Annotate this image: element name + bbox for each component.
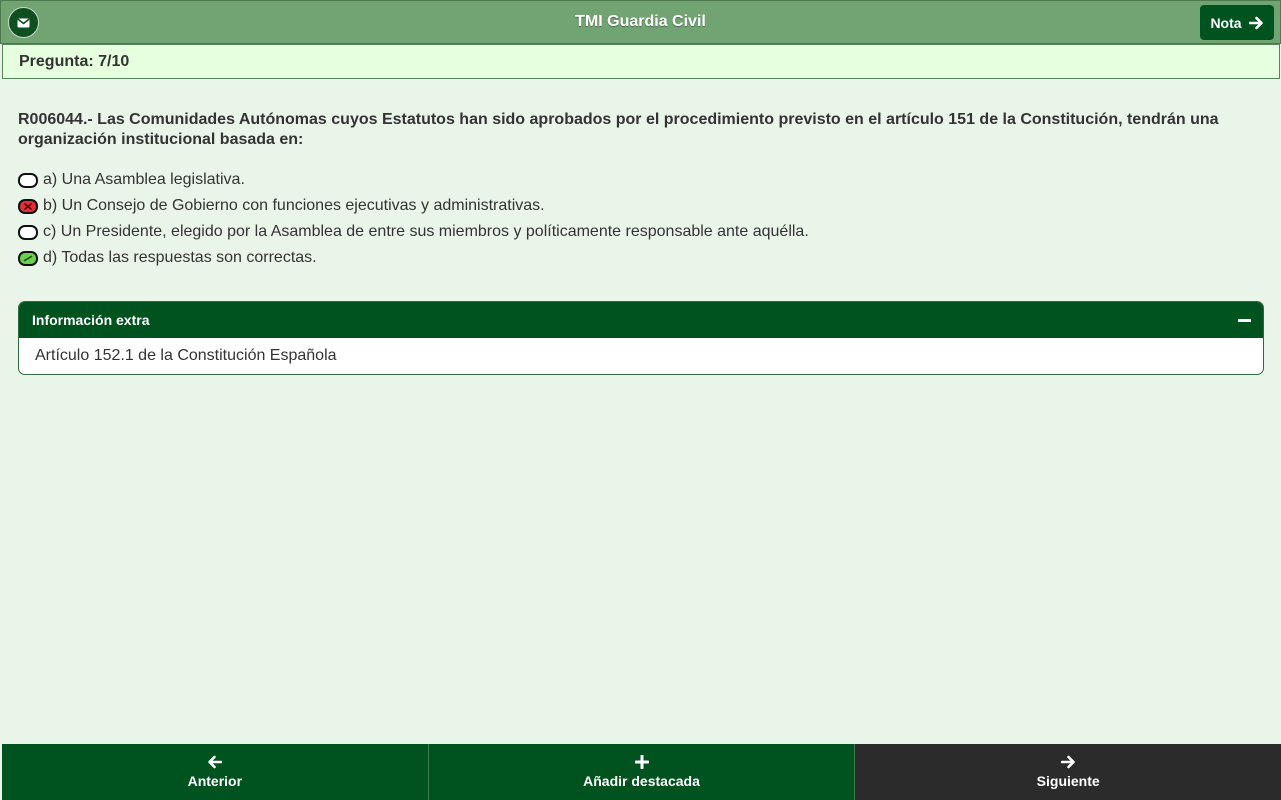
extra-info-title: Información extra <box>32 312 150 328</box>
option-a[interactable]: a) Una Asamblea legislativa. <box>18 167 1248 193</box>
previous-label: Anterior <box>187 773 243 789</box>
app-title: TMI Guardia Civil <box>575 13 706 30</box>
next-button[interactable]: Siguiente <box>855 744 1281 800</box>
radio-unselected-icon[interactable] <box>18 172 38 188</box>
check-icon <box>23 255 33 261</box>
radio-correct-icon[interactable] <box>18 250 38 266</box>
footer-nav: Anterior Añadir destacada Siguiente <box>2 744 1281 800</box>
extra-info-body: Artículo 152.1 de la Constitución Españo… <box>35 347 337 364</box>
cross-icon <box>24 202 32 210</box>
minus-icon <box>1238 319 1251 322</box>
previous-button[interactable]: Anterior <box>2 744 429 800</box>
next-label: Siguiente <box>1036 773 1100 789</box>
add-highlight-button[interactable]: Añadir destacada <box>428 744 856 800</box>
option-d-label: d) Todas las respuestas son correctas. <box>43 249 317 266</box>
option-b-label: b) Un Consejo de Gobierno con funciones … <box>43 197 545 214</box>
arrow-right-icon <box>1060 755 1075 769</box>
question-counter: Pregunta: 7/10 <box>19 53 130 70</box>
nota-button[interactable]: Nota <box>1200 5 1274 40</box>
add-highlight-label: Añadir destacada <box>583 773 700 789</box>
option-d[interactable]: d) Todas las respuestas son correctas. <box>18 245 1248 271</box>
radio-wrong-icon[interactable] <box>18 198 38 214</box>
nota-label: Nota <box>1210 14 1242 31</box>
radio-unselected-icon[interactable] <box>18 224 38 240</box>
option-c[interactable]: c) Un Presidente, elegido por la Asamble… <box>18 219 1248 245</box>
app-header: TMI Guardia Civil Nota <box>0 0 1281 44</box>
option-a-label: a) Una Asamblea legislativa. <box>43 171 245 188</box>
plus-icon <box>634 755 649 769</box>
arrow-left-icon <box>208 755 223 769</box>
question-counter-bar: Pregunta: 7/10 <box>2 44 1280 79</box>
arrow-right-icon <box>1248 16 1263 29</box>
option-b[interactable]: b) Un Consejo de Gobierno con funciones … <box>18 193 1248 219</box>
option-c-label: c) Un Presidente, elegido por la Asamble… <box>43 223 809 240</box>
answer-options: a) Una Asamblea legislativa. b) Un Conse… <box>18 167 1248 271</box>
question-text: R006044.- Las Comunidades Autónomas cuyo… <box>18 111 1219 148</box>
extra-info-header[interactable]: Información extra <box>19 302 1263 338</box>
extra-info-panel: Información extra Artículo 152.1 de la C… <box>18 301 1264 375</box>
collapse-button[interactable] <box>1236 312 1253 329</box>
question-area: R006044.- Las Comunidades Autónomas cuyo… <box>18 110 1248 271</box>
